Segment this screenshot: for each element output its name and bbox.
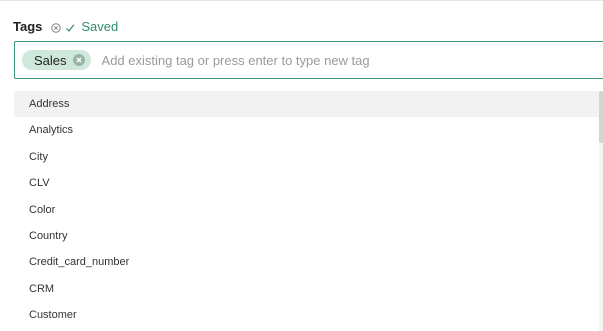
dropdown-option[interactable]: Color — [14, 197, 603, 223]
dropdown-option[interactable]: CRM — [14, 276, 603, 302]
saved-status: Saved — [81, 18, 119, 34]
tags-widget: Tags Saved Sales Add existing tag or pre… — [0, 0, 603, 331]
scrollbar-thumb[interactable] — [599, 91, 603, 143]
tags-header: Tags Saved — [13, 17, 118, 35]
dropdown-option[interactable]: Credit_card_number — [14, 249, 603, 275]
tag-chip-label: Sales — [34, 52, 67, 68]
tag-input-container[interactable]: Sales — [14, 41, 603, 79]
dropdown-option[interactable]: Customer — [14, 302, 603, 328]
dropdown-option[interactable]: Analytics — [14, 117, 603, 143]
dropdown-option[interactable]: Country — [14, 223, 603, 249]
circle-x-icon[interactable] — [72, 54, 85, 66]
dropdown-option[interactable]: Address — [14, 91, 603, 118]
tag-search-input[interactable] — [101, 52, 542, 68]
checkmark-icon — [65, 21, 75, 32]
tag-chip-sales: Sales — [22, 50, 91, 70]
tag-suggestions-dropdown: Address Analytics City CLV Color Country… — [14, 91, 603, 331]
tags-title: Tags — [13, 18, 43, 34]
dropdown-scrollbar[interactable] — [599, 91, 603, 331]
dropdown-option[interactable]: CLV — [14, 170, 603, 196]
dropdown-option[interactable]: City — [14, 144, 603, 170]
circle-x-icon[interactable] — [51, 21, 62, 33]
